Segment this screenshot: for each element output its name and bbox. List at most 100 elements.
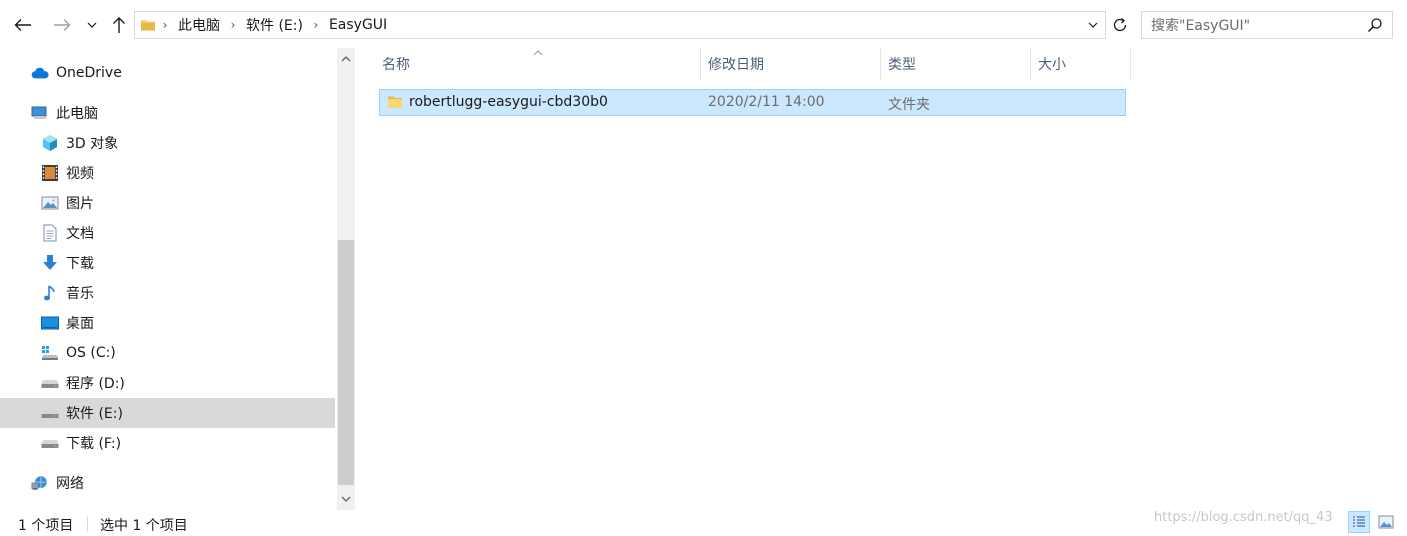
drive-icon	[41, 404, 59, 422]
nav-label: 桌面	[66, 316, 94, 332]
nav-item-drive-c[interactable]: OS (C:)	[0, 338, 335, 368]
nav-item-pictures[interactable]: 图片	[0, 188, 335, 218]
refresh-button[interactable]	[1107, 12, 1133, 38]
nav-item-videos[interactable]: 视频	[0, 158, 335, 188]
chevron-up-icon	[341, 56, 351, 62]
nav-label: 网络	[56, 476, 84, 492]
details-view-icon	[1353, 516, 1365, 527]
up-button[interactable]	[106, 12, 132, 38]
back-button[interactable]	[10, 12, 36, 38]
music-note-icon	[41, 284, 59, 302]
breadcrumb-separator[interactable]: ›	[309, 18, 323, 32]
table-row[interactable]: robertlugg-easygui-cbd30b0 2020/2/11 14:…	[379, 89, 1126, 116]
nav-label: 3D 对象	[66, 136, 119, 152]
network-icon	[31, 474, 49, 492]
status-divider	[87, 516, 88, 532]
search-input[interactable]: 搜索"EasyGUI"	[1141, 11, 1393, 39]
computer-icon	[31, 104, 49, 122]
breadcrumb-separator[interactable]: ›	[158, 18, 172, 32]
file-type: 文件夹	[888, 97, 930, 113]
back-arrow-icon	[14, 19, 31, 31]
nav-label: 视频	[66, 166, 94, 182]
watermark-text: https://blog.csdn.net/qq_43	[1154, 510, 1333, 525]
address-bar[interactable]: › 此电脑 › 软件 (E:) › EasyGUI	[134, 11, 1106, 39]
item-count: 1 个项目	[18, 518, 74, 534]
column-divider[interactable]	[880, 48, 881, 80]
navigation-pane: OneDrive 此电脑 3D 对象 视频 图片 文档 下载 音乐 桌面 OS …	[0, 48, 335, 508]
scroll-down-button[interactable]	[337, 488, 355, 510]
nav-label: 文档	[66, 226, 94, 242]
file-name: robertlugg-easygui-cbd30b0	[409, 94, 608, 110]
column-header-type[interactable]: 类型	[882, 48, 1030, 80]
download-arrow-icon	[41, 254, 59, 272]
breadcrumb-separator[interactable]: ›	[226, 18, 240, 32]
status-bar: 1 个项目 选中 1 个项目 https://blog.csdn.net/qq_…	[0, 508, 1407, 536]
nav-item-music[interactable]: 音乐	[0, 278, 335, 308]
forward-button[interactable]	[49, 12, 75, 38]
system-drive-icon	[41, 344, 59, 362]
details-view-button[interactable]	[1348, 511, 1370, 533]
nav-item-documents[interactable]: 文档	[0, 218, 335, 248]
chevron-down-icon	[1088, 22, 1098, 28]
chevron-down-icon	[341, 496, 351, 502]
large-icons-view-button[interactable]	[1375, 511, 1397, 533]
column-header-date[interactable]: 修改日期	[702, 48, 880, 80]
navigation-scrollbar[interactable]	[337, 48, 355, 510]
nav-item-network[interactable]: 网络	[0, 468, 335, 498]
chevron-down-icon	[87, 22, 97, 28]
up-arrow-icon	[113, 17, 125, 33]
cube-3d-icon	[41, 134, 59, 152]
scroll-thumb[interactable]	[338, 240, 354, 485]
picture-icon	[41, 194, 59, 212]
selected-count: 选中 1 个项目	[100, 518, 188, 534]
nav-item-this-pc[interactable]: 此电脑	[0, 98, 335, 128]
nav-label: 音乐	[66, 286, 94, 302]
nav-label: 软件 (E:)	[66, 406, 123, 422]
nav-item-desktop[interactable]: 桌面	[0, 308, 335, 338]
scroll-up-button[interactable]	[337, 48, 355, 70]
refresh-icon	[1113, 18, 1127, 32]
column-header-label: 类型	[888, 57, 916, 73]
column-header-name[interactable]: 名称	[376, 48, 700, 80]
file-date: 2020/2/11 14:00	[708, 94, 825, 110]
drive-icon	[41, 374, 59, 392]
film-icon	[41, 164, 59, 182]
breadcrumb-this-pc[interactable]: 此电脑	[174, 15, 224, 35]
folder-icon	[388, 96, 402, 108]
address-history-button[interactable]	[1085, 17, 1101, 33]
search-placeholder: 搜索"EasyGUI"	[1151, 18, 1251, 34]
file-list: 名称 修改日期 类型 大小 robertlugg-easygui-cbd30b0…	[358, 48, 1407, 508]
breadcrumb-easygui[interactable]: EasyGUI	[325, 17, 391, 33]
column-divider[interactable]	[1030, 48, 1031, 80]
column-divider[interactable]	[1130, 48, 1131, 80]
folder-icon	[141, 20, 155, 31]
nav-label: 此电脑	[56, 106, 98, 122]
nav-label: 程序 (D:)	[66, 376, 125, 392]
desktop-icon	[41, 314, 59, 332]
large-icons-view-icon	[1378, 515, 1394, 529]
cloud-icon	[31, 64, 49, 82]
nav-item-downloads[interactable]: 下载	[0, 248, 335, 278]
column-header-label: 名称	[382, 57, 410, 73]
drive-icon	[41, 434, 59, 452]
nav-item-3d-objects[interactable]: 3D 对象	[0, 128, 335, 158]
nav-item-onedrive[interactable]: OneDrive	[0, 58, 335, 88]
nav-label: 下载	[66, 256, 94, 272]
document-icon	[41, 224, 59, 242]
column-divider[interactable]	[700, 48, 701, 80]
nav-label: 下载 (F:)	[66, 436, 122, 452]
nav-item-drive-e[interactable]: 软件 (E:)	[0, 398, 335, 428]
column-header-label: 修改日期	[708, 57, 764, 73]
column-header-label: 大小	[1038, 57, 1066, 73]
address-toolbar: › 此电脑 › 软件 (E:) › EasyGUI 搜索"EasyGUI"	[0, 0, 1407, 48]
nav-item-drive-d[interactable]: 程序 (D:)	[0, 368, 335, 398]
column-header-size[interactable]: 大小	[1032, 48, 1130, 80]
search-icon[interactable]	[1365, 15, 1385, 35]
recent-locations-button[interactable]	[82, 12, 102, 38]
nav-label: OneDrive	[56, 65, 122, 81]
nav-item-drive-f[interactable]: 下载 (F:)	[0, 428, 335, 458]
nav-label: OS (C:)	[66, 345, 116, 361]
forward-arrow-icon	[54, 19, 71, 31]
nav-label: 图片	[66, 196, 94, 212]
breadcrumb-drive-e[interactable]: 软件 (E:)	[242, 15, 307, 35]
